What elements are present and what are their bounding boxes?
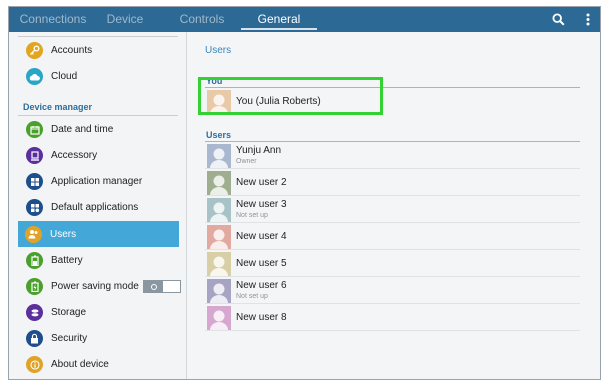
user-text: New user 3 Not set up bbox=[236, 199, 287, 220]
sidebar-item-storage[interactable]: Storage bbox=[19, 300, 179, 325]
sidebar-item-label: Accounts bbox=[51, 45, 93, 56]
user-name: New user 8 bbox=[236, 311, 287, 323]
lock-icon bbox=[26, 330, 43, 347]
power-saving-toggle[interactable] bbox=[143, 280, 181, 293]
key-icon bbox=[26, 42, 43, 59]
sidebar-item-about-device[interactable]: About device bbox=[19, 352, 179, 377]
sidebar-item-power-saving-mode[interactable]: Power saving mode bbox=[19, 274, 181, 299]
user-text: New user 4 bbox=[236, 231, 287, 243]
active-tab-indicator bbox=[241, 28, 317, 30]
section-device-manager: Device manager bbox=[23, 102, 93, 112]
user-name: New user 2 bbox=[236, 176, 287, 188]
user-text: New user 2 bbox=[236, 177, 287, 189]
sidebar-item-label: Storage bbox=[51, 307, 87, 318]
highlight-box bbox=[198, 77, 383, 115]
tab-general-label: General bbox=[257, 12, 301, 26]
overflow-menu-icon[interactable] bbox=[578, 7, 598, 32]
sidebar-item-date-and-time[interactable]: Date and time bbox=[19, 117, 179, 142]
tab-device[interactable]: Device bbox=[95, 7, 155, 32]
sidebar-item-users[interactable]: Users bbox=[18, 221, 179, 247]
sidebar-item-label: Date and time bbox=[51, 124, 114, 135]
sidebar-item-label: Users bbox=[50, 228, 77, 240]
section-divider bbox=[205, 141, 580, 142]
user-name: New user 4 bbox=[236, 230, 287, 242]
sidebar-item-application-manager[interactable]: Application manager bbox=[19, 169, 179, 194]
sidebar-item-label: Cloud bbox=[51, 71, 78, 82]
avatar bbox=[207, 170, 231, 195]
storage-icon bbox=[26, 304, 43, 321]
battery-icon bbox=[26, 252, 43, 269]
user-row[interactable]: New user 6 Not set up bbox=[205, 278, 580, 304]
user-row[interactable]: New user 2 bbox=[205, 170, 580, 196]
user-status: Owner bbox=[236, 158, 257, 165]
tab-general[interactable]: General bbox=[241, 7, 317, 32]
user-row[interactable]: New user 4 bbox=[205, 224, 580, 250]
user-name: New user 5 bbox=[236, 257, 287, 269]
user-name: New user 3 bbox=[236, 199, 287, 210]
top-tab-bar: Connections Device Controls General bbox=[9, 7, 600, 32]
user-row[interactable]: Yunju Ann Owner bbox=[205, 143, 580, 169]
grid-icon bbox=[26, 173, 43, 190]
user-text: New user 5 bbox=[236, 258, 287, 270]
sidebar-item-label: Accessory bbox=[51, 150, 98, 161]
user-text: New user 6 Not set up bbox=[236, 280, 287, 301]
sidebar-item-battery[interactable]: Battery bbox=[19, 248, 179, 273]
user-text: Yunju Ann Owner bbox=[236, 145, 281, 166]
avatar bbox=[207, 251, 231, 276]
users-icon bbox=[25, 225, 42, 243]
user-text: New user 8 bbox=[236, 312, 287, 324]
user-row[interactable]: New user 5 bbox=[205, 251, 580, 277]
cloud-icon bbox=[26, 68, 43, 85]
apps-icon bbox=[26, 199, 43, 216]
avatar bbox=[207, 143, 231, 168]
user-row[interactable]: New user 3 Not set up bbox=[205, 197, 580, 223]
sidebar-item-cloud[interactable]: Cloud bbox=[19, 64, 179, 89]
sidebar-divider bbox=[18, 115, 178, 116]
user-row[interactable]: New user 8 bbox=[205, 305, 580, 331]
sidebar-item-label: Battery bbox=[51, 255, 83, 266]
user-status: Not set up bbox=[236, 293, 268, 300]
user-name: New user 6 bbox=[236, 280, 287, 291]
user-status: Not set up bbox=[236, 212, 268, 219]
sidebar-item-label: Power saving mode bbox=[51, 281, 139, 292]
calendar-icon bbox=[26, 121, 43, 138]
info-icon bbox=[26, 356, 43, 373]
sidebar-item-accounts[interactable]: Accounts bbox=[19, 38, 179, 63]
search-icon[interactable] bbox=[548, 7, 568, 32]
sidebar-item-label: About device bbox=[51, 359, 109, 370]
sidebar-item-default-applications[interactable]: Default applications bbox=[19, 195, 179, 220]
tab-controls[interactable]: Controls bbox=[169, 7, 235, 32]
sidebar-item-label: Application manager bbox=[51, 176, 143, 187]
toggle-knob bbox=[163, 281, 180, 292]
sidebar-item-label: Default applications bbox=[51, 202, 139, 213]
user-name: Yunju Ann bbox=[236, 145, 282, 156]
sidebar-item-security[interactable]: Security bbox=[19, 326, 179, 351]
toggle-off-indicator bbox=[151, 284, 157, 290]
sidebar-item-label: Security bbox=[51, 333, 88, 344]
sidebar-item-accessory[interactable]: Accessory bbox=[19, 143, 179, 168]
avatar bbox=[207, 278, 231, 303]
tab-connections[interactable]: Connections bbox=[13, 7, 93, 32]
accessory-icon bbox=[26, 147, 43, 164]
settings-window: Connections Device Controls General Acco… bbox=[8, 6, 601, 380]
avatar bbox=[207, 197, 231, 222]
settings-sidebar: Accounts Cloud Device manager Date and t… bbox=[9, 32, 187, 379]
avatar bbox=[207, 224, 231, 249]
sidebar-divider bbox=[18, 36, 178, 37]
section-users: Users bbox=[206, 130, 232, 140]
avatar bbox=[207, 305, 231, 330]
page-title: Users bbox=[205, 45, 232, 56]
power-saving-icon bbox=[26, 278, 43, 295]
